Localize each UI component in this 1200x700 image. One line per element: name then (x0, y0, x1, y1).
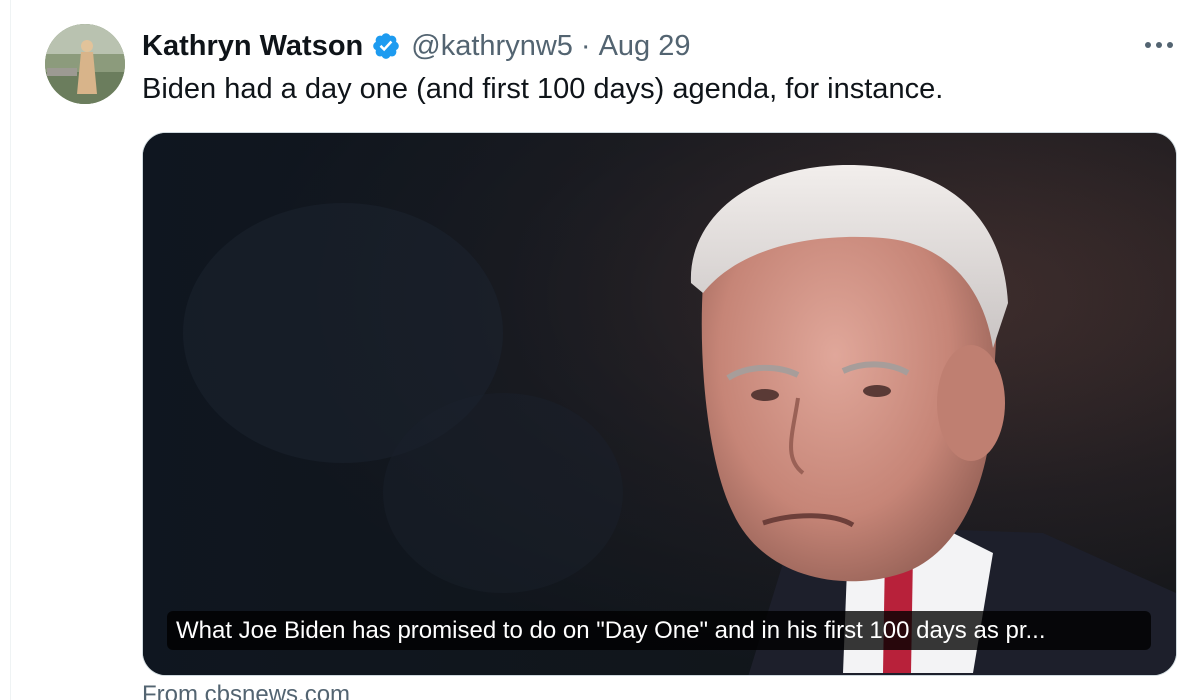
tweet-timestamp[interactable]: Aug 29 (599, 30, 691, 63)
verified-badge-icon[interactable] (371, 31, 401, 61)
link-card[interactable]: What Joe Biden has promised to do on "Da… (142, 132, 1177, 676)
link-card-source[interactable]: From cbsnews.com (142, 681, 350, 700)
tweet-text: Biden had a day one (and first 100 days)… (142, 73, 944, 105)
tweet-header: Kathryn Watson @kathrynw5 · Aug 29 (142, 26, 691, 66)
avatar[interactable] (45, 24, 125, 104)
author-name[interactable]: Kathryn Watson (142, 30, 363, 63)
header-separator: · (580, 29, 591, 62)
link-card-caption: What Joe Biden has promised to do on "Da… (167, 611, 1151, 650)
tweet-view: Kathryn Watson @kathrynw5 · Aug 29 Biden… (0, 0, 1200, 700)
author-handle[interactable]: @kathrynw5 (411, 30, 573, 63)
more-horizontal-icon (1145, 42, 1173, 48)
link-card-image (143, 133, 1176, 675)
avatar-photo (45, 24, 125, 104)
timeline-divider (10, 0, 11, 700)
more-options-button[interactable] (1138, 30, 1180, 60)
